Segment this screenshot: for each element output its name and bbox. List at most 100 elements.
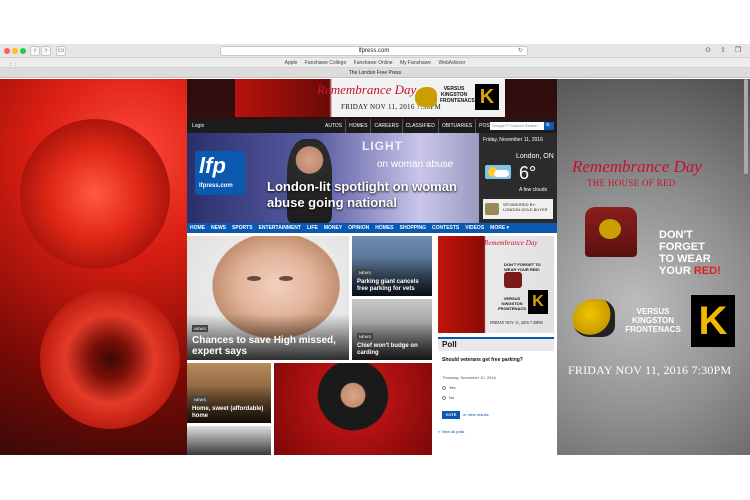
lfpress-site: Login AUTOS HOMES CAREERS CLASSIFIED OBI… xyxy=(187,119,557,455)
top-link-classified[interactable]: CLASSIFIED xyxy=(401,119,438,133)
nav-more[interactable]: MORE ▾ xyxy=(487,223,512,233)
search-button[interactable]: 🔍 xyxy=(544,122,554,130)
story-headline[interactable]: Chief won't budge on carding xyxy=(357,343,427,357)
back-button[interactable]: ‹ xyxy=(30,46,40,56)
nav-videos[interactable]: VIDEOS xyxy=(462,223,487,233)
story-overlay: NEWS Parking giant cancels free parking … xyxy=(352,258,432,296)
favorite-fanshawe-online[interactable]: Fanshawe Online xyxy=(354,60,393,66)
sidebar-toggle-button[interactable]: ▭ xyxy=(56,46,66,56)
nav-sports[interactable]: SPORTS xyxy=(229,223,256,233)
search-icon: 🔍 xyxy=(545,123,553,129)
weather-widget[interactable]: Friday, November 11, 2016 London, ON 6° … xyxy=(479,133,557,223)
share-icon[interactable]: ⇧ xyxy=(718,46,728,56)
favorite-webadvisor[interactable]: WebAdvisor xyxy=(438,60,465,66)
nav-news[interactable]: NEWS xyxy=(208,223,229,233)
poll-date: Thursday, November 10, 2016 xyxy=(442,375,496,380)
nav-entertainment[interactable]: ENTERTAINMENT xyxy=(256,223,304,233)
login-link[interactable]: Login xyxy=(192,119,204,133)
favorite-apple[interactable]: Apple xyxy=(285,60,298,66)
tab-title[interactable]: The London Free Press xyxy=(349,70,402,76)
minimize-window-button[interactable] xyxy=(12,48,18,54)
story-headline[interactable]: Home, sweet (affordable) home xyxy=(192,406,266,420)
story-headline[interactable]: Chances to save High missed, expert says xyxy=(192,335,344,357)
partly-cloudy-icon xyxy=(485,165,511,179)
nav-home[interactable]: HOME xyxy=(187,223,208,233)
weather-city: London, ON xyxy=(516,153,554,160)
poll-option-yes[interactable]: Yes xyxy=(442,385,456,390)
story-tile-big[interactable]: NEWS Chances to save High missed, expert… xyxy=(187,236,349,360)
logo-sub: lfpress.com xyxy=(199,183,233,189)
download-icon[interactable]: ⊙ xyxy=(703,46,713,56)
weather-date: Friday, November 11, 2016 xyxy=(483,137,543,143)
news-badge: NEWS xyxy=(192,325,208,332)
face-image xyxy=(279,276,293,281)
story-tile-chief[interactable]: NEWS Chief won't budge on carding xyxy=(352,299,432,360)
tagline-line: YOUR RED! xyxy=(659,265,739,277)
top-banner-ad[interactable]: Remembrance Day FRIDAY NOV 11, 2016 7:30… xyxy=(235,79,505,117)
background-roses-left xyxy=(0,79,187,455)
weather-temp: 6° xyxy=(519,163,537,183)
news-badge: NEWS xyxy=(357,269,373,276)
logo-mark: lfp xyxy=(199,153,226,178)
ad-tagline: DON'T FORGET TO WEAR YOUR RED! xyxy=(504,262,541,272)
close-window-button[interactable] xyxy=(4,48,10,54)
zoom-window-button[interactable] xyxy=(20,48,26,54)
nav-homes[interactable]: HOMES xyxy=(372,223,396,233)
news-badge: NEWS xyxy=(192,396,208,403)
top-link-autos[interactable]: AUTOS xyxy=(322,119,345,133)
nav-shopping[interactable]: SHOPPING xyxy=(397,223,429,233)
top-navigation: Login AUTOS HOMES CAREERS CLASSIFIED OBI… xyxy=(187,119,557,133)
story-tile-parking[interactable]: NEWS Parking giant cancels free parking … xyxy=(352,236,432,296)
top-link-careers[interactable]: CAREERS xyxy=(370,119,401,133)
banner-versus: VERSUS KINGSTON FRONTENACS xyxy=(440,86,475,104)
knights-helmet-icon xyxy=(573,299,615,337)
jersey-icon xyxy=(504,272,522,288)
top-link-homes[interactable]: HOMES xyxy=(345,119,370,133)
ad-versus: VERSUS KINGSTON FRONTENACS xyxy=(498,296,526,311)
knights-helmet-icon xyxy=(599,219,621,239)
story-headline[interactable]: Parking giant cancels free parking for v… xyxy=(357,279,427,293)
nav-contests[interactable]: CONTESTS xyxy=(429,223,462,233)
forward-button[interactable]: › xyxy=(41,46,51,56)
main-navigation: HOME NEWS SPORTS ENTERTAINMENT LIFE MONE… xyxy=(187,223,557,233)
news-badge: NEWS xyxy=(357,333,373,340)
nav-opinion[interactable]: OPINION xyxy=(345,223,372,233)
poll-widget: Poll Should veterans get free parking? T… xyxy=(438,337,554,455)
nav-money[interactable]: MONEY xyxy=(321,223,345,233)
view-results-link[interactable]: or view results xyxy=(463,412,489,417)
nav-life[interactable]: LIFE xyxy=(304,223,321,233)
favorite-fanshawe-college[interactable]: Fanshawe College xyxy=(305,60,346,66)
side-banner-ad[interactable]: Remembrance Day DON'T FORGET TO WEAR YOU… xyxy=(438,236,554,333)
poll-option-no[interactable]: No xyxy=(442,395,454,400)
story-tile-leonard-cohen[interactable] xyxy=(274,363,432,455)
right-skin-ad[interactable]: Remembrance Day THE HOUSE OF RED DON'T F… xyxy=(557,79,750,455)
ad-title: Remembrance Day xyxy=(572,157,702,176)
tabs-icon[interactable]: ❐ xyxy=(733,46,743,56)
radio-icon[interactable] xyxy=(442,385,446,390)
browser-toolbar: ‹ › ▭ lfpress.com ↻ ⊙ ⇧ ❐ xyxy=(0,44,750,58)
vertical-scrollbar[interactable] xyxy=(744,79,748,174)
lfp-logo[interactable]: lfp lfpress.com xyxy=(195,151,245,195)
hero-sign-text-2: on woman abuse xyxy=(377,159,454,170)
address-bar[interactable]: lfpress.com ↻ xyxy=(220,46,528,56)
tagline-line: TO WEAR xyxy=(659,253,711,265)
page-viewport: Remembrance Day FRIDAY NOV 11, 2016 7:30… xyxy=(0,79,750,455)
ad-versus: VERSUS KINGSTON FRONTENACS xyxy=(625,307,681,334)
hero-headline[interactable]: London-lit spotlight on woman abuse goin… xyxy=(267,179,467,211)
story-tile-hockey[interactable] xyxy=(187,426,271,455)
radio-icon[interactable] xyxy=(442,395,446,400)
ad-title: Remembrance Day xyxy=(484,239,538,247)
weather-desc: A few clouds xyxy=(519,187,548,193)
ad-date: FRIDAY NOV 11, 2016 7:30PM xyxy=(568,363,732,377)
search-input[interactable]: Google™ Custom Search xyxy=(490,122,544,130)
favorite-my-fanshawe[interactable]: My Fanshawe xyxy=(400,60,431,66)
story-tile-home[interactable]: NEWS Home, sweet (affordable) home xyxy=(187,363,271,423)
tagline-part: YOUR xyxy=(659,265,694,277)
hero-story[interactable]: LIGHT on woman abuse lfp lfpress.com Lon… xyxy=(187,133,479,223)
reload-icon[interactable]: ↻ xyxy=(518,47,523,56)
ad-tagline: DON'T FORGET TO WEAR YOUR RED! xyxy=(659,229,739,277)
weather-sponsor[interactable]: SPONSORED BY: LONDON GOLD BUYER xyxy=(483,199,553,219)
view-all-polls-link[interactable]: « View all polls xyxy=(438,429,464,434)
vote-button[interactable]: VOTE xyxy=(442,411,460,419)
top-link-obituaries[interactable]: OBITUARIES xyxy=(437,119,475,133)
